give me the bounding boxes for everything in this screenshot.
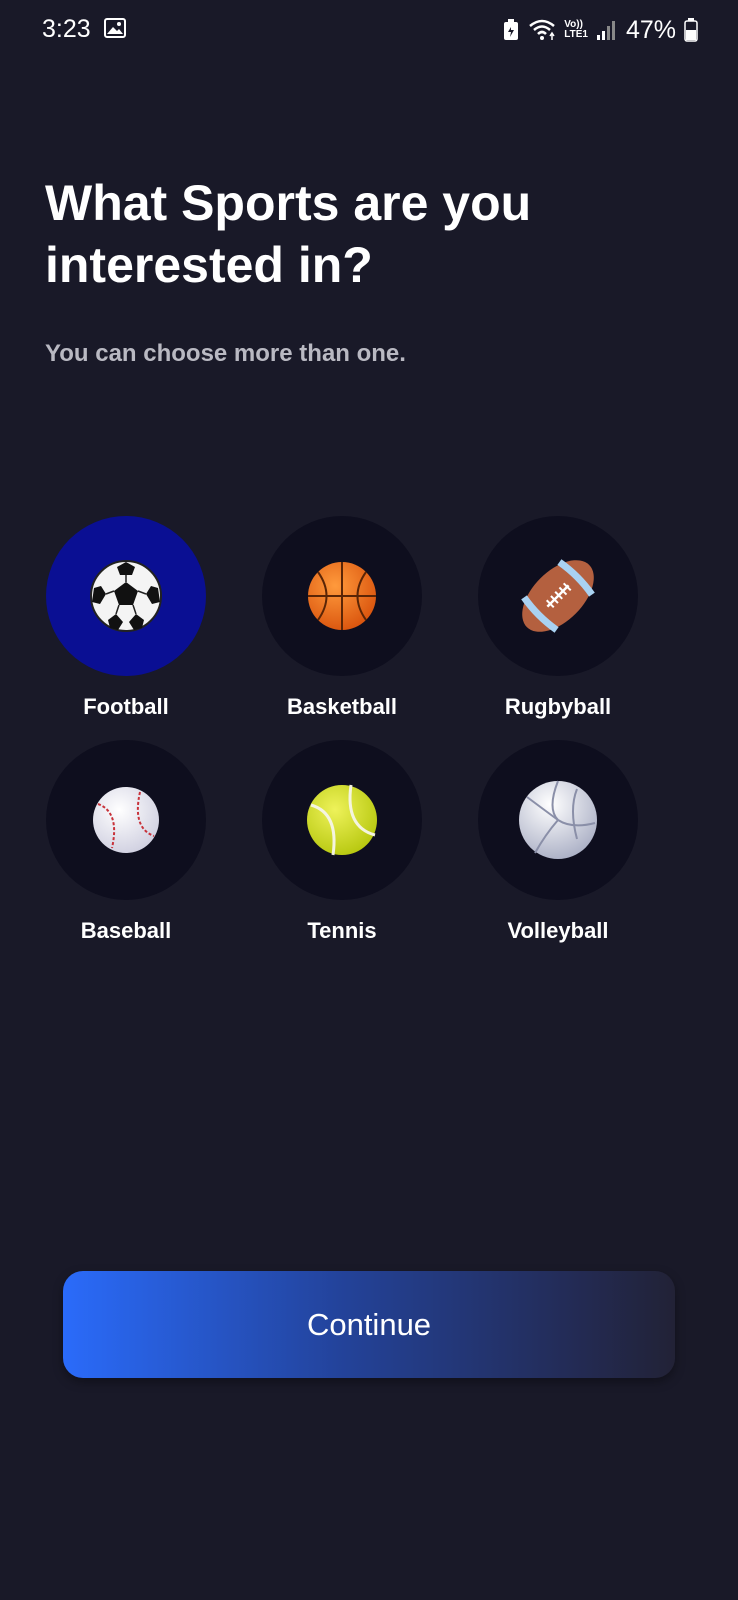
status-time: 3:23 [42, 15, 91, 43]
sport-option-basketball[interactable]: Basketball [207, 516, 427, 726]
battery-saver-icon [504, 19, 519, 40]
baseball-icon [93, 787, 159, 853]
sport-option-football[interactable]: Football [0, 516, 211, 726]
sport-circle[interactable] [478, 740, 638, 900]
wifi-icon [529, 19, 556, 40]
sport-option-baseball[interactable]: Baseball [0, 740, 211, 950]
status-bar: 3:23 Vo)) LTE1 47% [0, 0, 738, 62]
tennis-ball-icon [307, 784, 377, 856]
continue-button[interactable]: Continue [63, 1271, 675, 1378]
rugby-ball-icon [521, 559, 595, 633]
sport-label: Volleyball [507, 918, 609, 943]
volte-lte-icon: Vo)) LTE1 [564, 19, 588, 40]
sport-option-rugbyball[interactable]: Rugbyball [423, 516, 643, 726]
gallery-icon [104, 18, 126, 38]
battery-percent: 47% [625, 15, 676, 44]
basketball-icon [308, 562, 376, 630]
sport-label: Rugbyball [504, 694, 612, 719]
sport-circle[interactable] [262, 740, 422, 900]
sport-circle[interactable] [46, 740, 206, 900]
status-indicators: Vo)) LTE1 47% [502, 14, 698, 46]
sport-circle[interactable] [262, 516, 422, 676]
page-title: What Sports are you interested in? [45, 175, 532, 293]
sport-option-volleyball[interactable]: Volleyball [423, 740, 643, 950]
signal-icon [596, 21, 615, 40]
soccer-ball-icon [90, 560, 162, 632]
volleyball-icon [519, 780, 597, 859]
sport-circle[interactable] [46, 516, 206, 676]
page-subtitle: You can choose more than one. [45, 340, 406, 367]
battery-icon [684, 18, 698, 42]
sport-circle[interactable] [478, 516, 638, 676]
sport-option-tennis[interactable]: Tennis [207, 740, 427, 950]
sports-selection-screen: 3:23 Vo)) LTE1 47% What Sports are you i… [0, 0, 738, 1600]
